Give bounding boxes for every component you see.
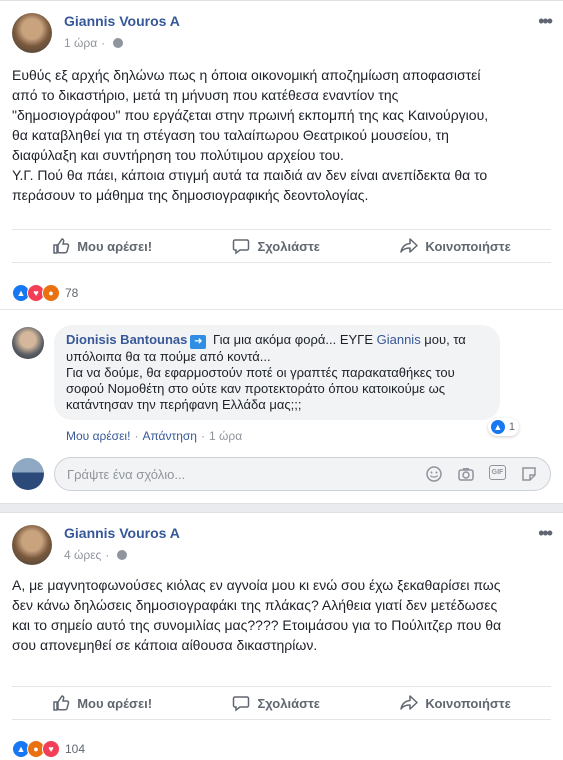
- thumbs-up-icon: [53, 695, 70, 711]
- comment-label: Σχολιάστε: [257, 238, 320, 254]
- like-label: Μου αρέσει!: [77, 695, 153, 711]
- comment-actions: Μου αρέσει! · Απάντηση · 1 ώρα: [66, 429, 242, 443]
- post-text: Ευθύς εξ αρχής δηλώνω πως η όποια οικονο…: [12, 67, 489, 203]
- comment-reply-link[interactable]: Απάντηση: [142, 429, 197, 443]
- comment-like-count: 1: [508, 421, 515, 433]
- post-text: Α, με μαγνητοφωνούσες κιόλας εν αγνοία μ…: [12, 577, 502, 653]
- speech-bubble-icon: [233, 696, 250, 712]
- comment-button[interactable]: Σχολιάστε: [232, 694, 320, 712]
- post-card-2: Giannis Vouros A 4 ώρες · ••• Α, με μαγν…: [0, 512, 563, 760]
- post-author[interactable]: Giannis Vouros A: [64, 525, 180, 541]
- more-dots-icon[interactable]: •••: [538, 523, 553, 544]
- share-arrow-icon: [400, 238, 419, 253]
- post-meta: 1 ώρα ·: [64, 36, 124, 50]
- reactions-summary[interactable]: ▲ ♥ ● 78: [12, 283, 78, 303]
- comment-mention[interactable]: Giannis: [377, 332, 421, 347]
- reactions-count: 78: [65, 286, 79, 300]
- commenter-avatar[interactable]: [12, 327, 44, 359]
- reactions-count: 104: [65, 742, 86, 756]
- author-avatar[interactable]: [12, 13, 52, 53]
- thumbs-up-icon: [53, 238, 70, 254]
- author-avatar[interactable]: [12, 525, 52, 565]
- comment-tools: GIF: [425, 465, 538, 483]
- reactions-summary[interactable]: ▲ ● ♥ 104: [12, 739, 85, 759]
- more-dots-icon[interactable]: •••: [538, 11, 553, 32]
- separator-dot: ·: [200, 429, 205, 443]
- comment-author[interactable]: Dionisis Bantounas: [66, 332, 187, 347]
- share-label: Κοινοποιήστε: [425, 695, 511, 711]
- post-actions-bar: Μου αρέσει! Σχολιάστε Κοινοποιήστε: [12, 686, 551, 720]
- emoji-icon[interactable]: [425, 465, 443, 483]
- post-time[interactable]: 1 ώρα: [64, 36, 97, 50]
- love-reaction-icon: ♥: [42, 740, 60, 758]
- post-actions-bar: Μου αρέσει! Σχολιάστε Κοινοποιήστε: [12, 229, 551, 263]
- gif-icon[interactable]: GIF: [489, 465, 506, 480]
- post-header: Giannis Vouros A 1 ώρα · •••: [0, 1, 563, 57]
- angry-reaction-icon: ●: [42, 284, 60, 302]
- separator-dot: ·: [105, 548, 110, 562]
- like-label: Μου αρέσει!: [77, 238, 153, 254]
- post-author[interactable]: Giannis Vouros A: [64, 13, 180, 29]
- share-button[interactable]: Κοινοποιήστε: [400, 237, 511, 255]
- post-card-1: Giannis Vouros A 1 ώρα · ••• Ευθύς εξ αρ…: [0, 0, 563, 504]
- comment-input[interactable]: Γράψτε ένα σχόλιο... GIF: [54, 457, 551, 491]
- separator-dot: ·: [134, 429, 139, 443]
- comment-placeholder: Γράψτε ένα σχόλιο...: [67, 466, 186, 482]
- arrow-emoji-icon: ➜: [190, 335, 207, 349]
- globe-icon: [117, 550, 128, 560]
- camera-icon[interactable]: [457, 465, 475, 483]
- share-button[interactable]: Κοινοποιήστε: [400, 694, 511, 712]
- like-reaction-icon: ▲: [489, 419, 506, 435]
- globe-icon: [113, 38, 124, 48]
- speech-bubble-icon: [233, 239, 250, 255]
- comment-reaction-badge[interactable]: ▲ 1: [487, 418, 519, 436]
- divider: [0, 309, 563, 310]
- like-button[interactable]: Μου αρέσει!: [52, 237, 152, 255]
- post-time[interactable]: 4 ώρες: [64, 548, 101, 562]
- comment-bubble: Dionisis Bantounas ➜ Για μια ακόμα φορά..…: [54, 325, 500, 420]
- post-meta: 4 ώρες ·: [64, 548, 128, 562]
- comment-time[interactable]: 1 ώρα: [209, 429, 242, 443]
- like-button[interactable]: Μου αρέσει!: [52, 694, 152, 712]
- share-label: Κοινοποιήστε: [425, 238, 511, 254]
- comment-label: Σχολιάστε: [257, 695, 320, 711]
- current-user-avatar: [12, 458, 44, 490]
- comment-button[interactable]: Σχολιάστε: [232, 237, 320, 255]
- comment-like-link[interactable]: Μου αρέσει!: [66, 429, 130, 443]
- post-header: Giannis Vouros A 4 ώρες · •••: [0, 513, 563, 569]
- sticker-icon[interactable]: [520, 465, 538, 483]
- comment-text-start: Για μια ακόμα φορά... ΕΥΓΕ: [209, 332, 377, 347]
- separator-dot: ·: [101, 36, 106, 50]
- share-arrow-icon: [400, 695, 419, 710]
